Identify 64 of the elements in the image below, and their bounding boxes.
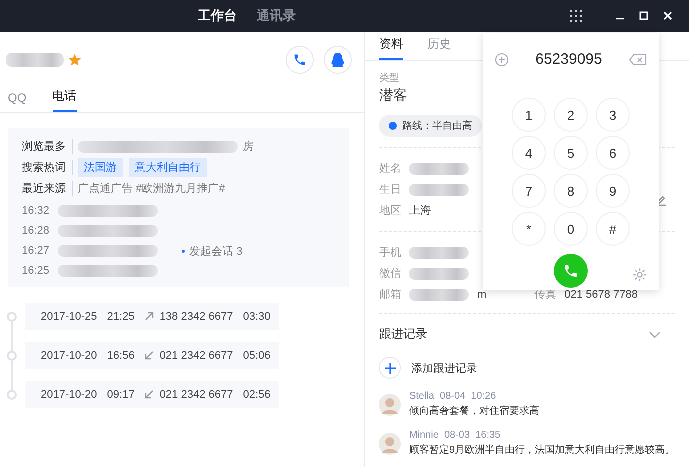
note-text: 倾向高奢套餐，对住宿要求高 <box>409 404 540 418</box>
call-duration: 05:06 <box>243 350 271 362</box>
field-value: 上海 <box>409 204 432 218</box>
dial-key[interactable]: * <box>512 212 546 246</box>
dial-key[interactable]: 8 <box>554 174 588 208</box>
dialed-number: 65239095 <box>536 51 602 68</box>
top-tab[interactable]: 工作台 <box>198 7 237 25</box>
route-text: 路线：半自由高 <box>402 120 472 133</box>
call-time: 21:25 <box>107 310 135 322</box>
info-label: 搜索热词 <box>22 160 73 175</box>
top-tab[interactable]: 通讯录 <box>257 7 296 25</box>
call-date: 2017-10-20 <box>41 388 98 400</box>
dial-key[interactable]: 6 <box>596 136 630 170</box>
field-label: 手机 <box>379 246 402 260</box>
info-value: 房 <box>243 140 254 154</box>
dial-key[interactable]: 3 <box>596 98 630 132</box>
detail-tab[interactable]: 资料 <box>379 36 404 60</box>
call-record[interactable]: 2017-10-20 16:56 021 2342 6677 05:06 <box>25 342 279 369</box>
note-meta: Minnie 08-03 16:35 <box>409 430 502 441</box>
dial-key[interactable]: 9 <box>596 174 630 208</box>
dial-key[interactable]: 1 <box>512 98 546 132</box>
field-label: 邮箱 <box>379 288 402 302</box>
call-date: 2017-10-20 <box>41 350 98 362</box>
call-time: 16:56 <box>107 350 135 362</box>
field-label: 姓名 <box>379 162 402 176</box>
phone-number: 138 2342 6677 <box>160 310 234 322</box>
call-date: 2017-10-25 <box>41 310 98 322</box>
field-label: 传真 <box>534 288 557 302</box>
session-time: 16:27 <box>22 245 50 257</box>
dial-key[interactable]: 5 <box>554 136 588 170</box>
call-time: 09:17 <box>107 388 135 400</box>
call-record[interactable]: 2017-10-20 09:17 021 2342 6677 02:56 <box>25 381 279 408</box>
field-label: 微信 <box>379 267 402 281</box>
call-duration: 02:56 <box>243 388 271 400</box>
session-time: 16:25 <box>22 265 50 277</box>
field-label: 类型 <box>379 72 400 85</box>
info-label: 最近来源 <box>22 181 73 196</box>
route-chip[interactable]: 路线：半自由高 <box>379 115 482 137</box>
field-value: m <box>477 288 487 300</box>
session-time: 16:28 <box>22 225 50 237</box>
call-record[interactable]: 2017-10-25 21:25 138 2342 6677 03:30 <box>25 303 279 330</box>
section-title: 跟进记录 <box>379 326 428 343</box>
phone-number: 021 2342 6677 <box>160 388 234 400</box>
dial-key[interactable]: 0 <box>554 212 588 246</box>
field-label: 地区 <box>379 204 402 218</box>
dial-key[interactable]: # <box>596 212 630 246</box>
contact-tab[interactable]: 电话 <box>52 88 77 112</box>
keyword-tag[interactable]: 意大利自由行 <box>129 158 207 177</box>
field-value: 021 5678 7788 <box>564 288 638 300</box>
info-value: 广点通广告 #欧洲游九月推广# <box>78 182 226 196</box>
note-meta: Stella 08-04 10:26 <box>409 391 498 402</box>
phone-number: 021 2342 6677 <box>160 350 234 362</box>
keyword-tag[interactable]: 法国游 <box>78 158 123 177</box>
call-duration: 03:30 <box>243 310 271 322</box>
dial-key[interactable]: 4 <box>512 136 546 170</box>
info-label: 浏览最多 <box>22 139 73 154</box>
field-label: 生日 <box>379 183 402 197</box>
session-time: 16:32 <box>22 205 50 217</box>
customer-type: 潜客 <box>379 87 408 105</box>
note-text: 顾客暂定9月欧洲半自由行，法国加意大利自由行意愿较高。 <box>409 444 675 457</box>
dial-key[interactable]: 2 <box>554 98 588 132</box>
add-record-label[interactable]: 添加跟进记录 <box>411 360 478 376</box>
session-note: 发起会话 3 <box>190 244 243 258</box>
dial-key[interactable]: 7 <box>512 174 546 208</box>
